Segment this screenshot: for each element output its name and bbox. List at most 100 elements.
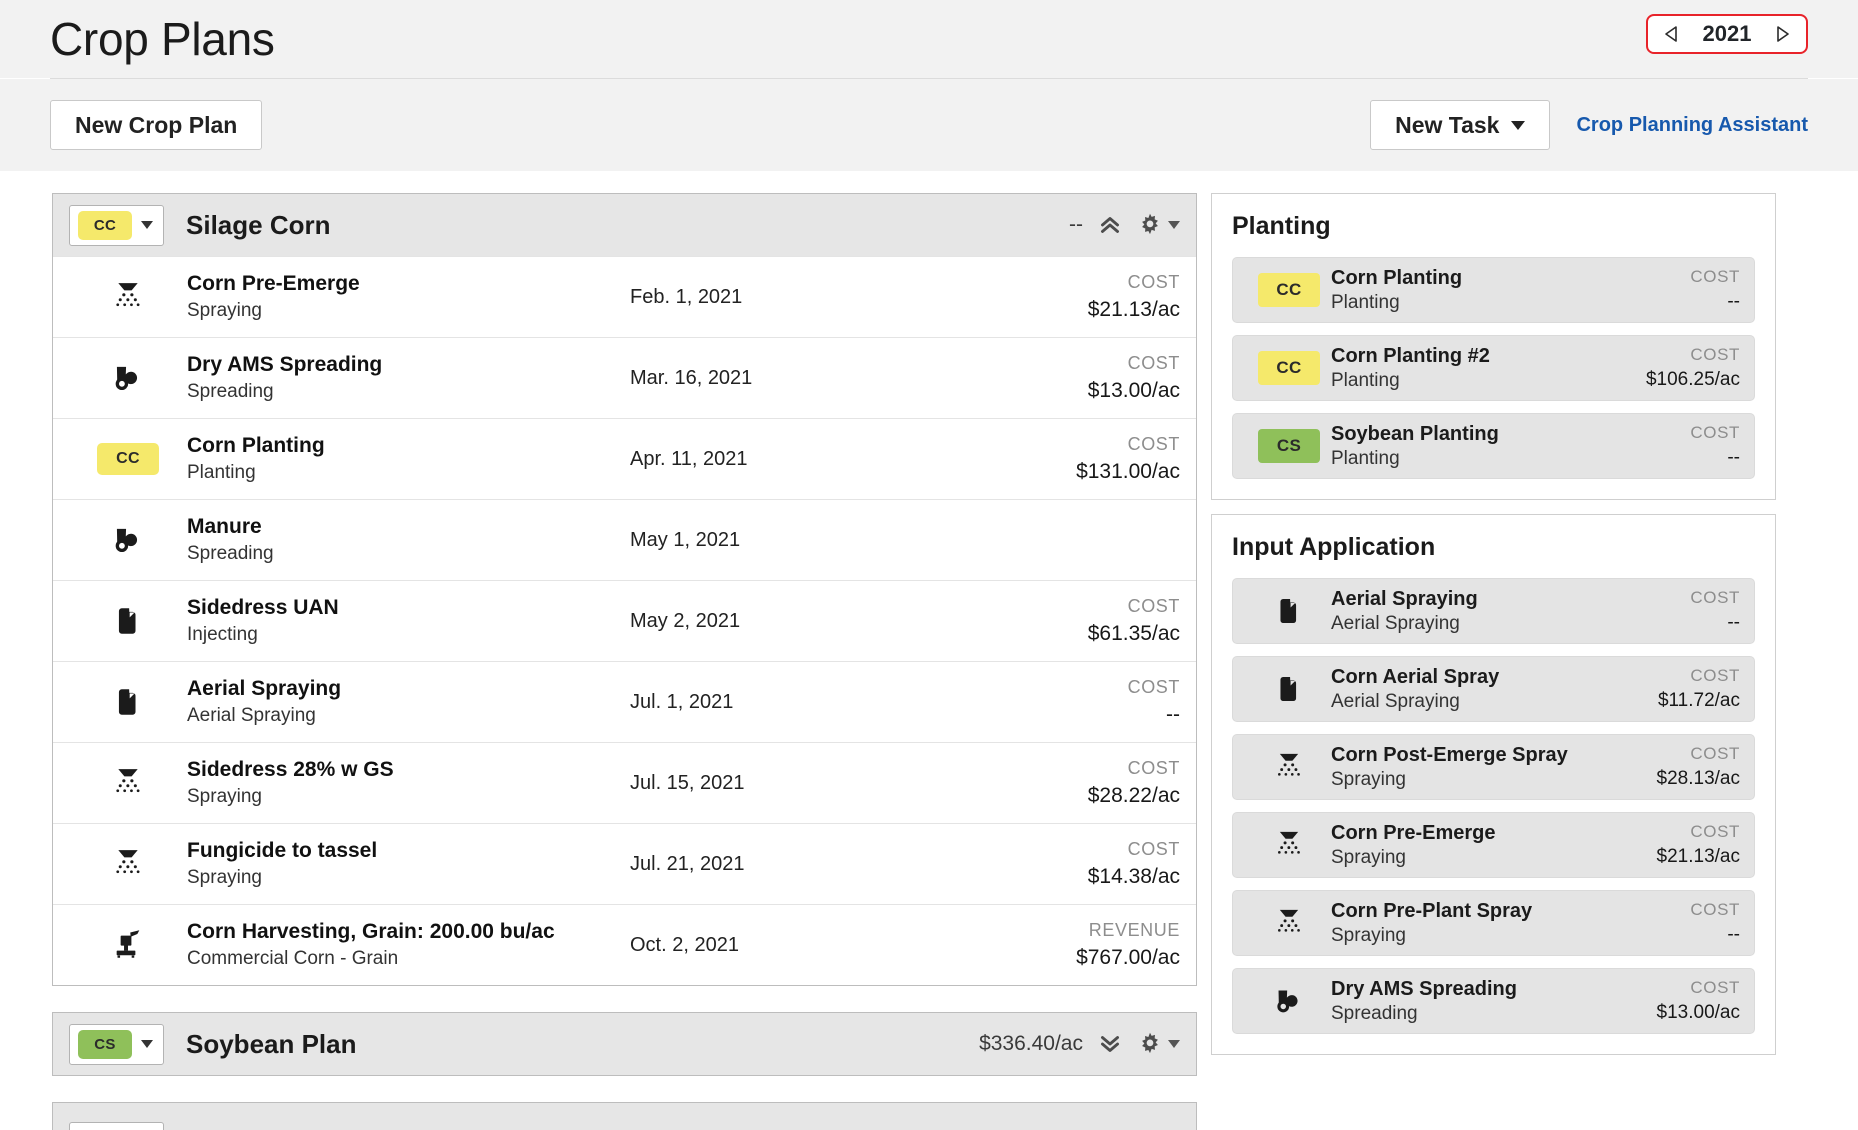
crop-plan-card: CC Silage Corn -- Corn Pre-Emerge Sprayi… [52, 193, 1197, 986]
crop-code-select[interactable]: CS [69, 1023, 164, 1065]
money-label: COST [1127, 595, 1180, 616]
money-label: COST [1127, 271, 1180, 292]
task-title: Corn Planting [187, 434, 325, 457]
toolbar-right-group: New Task Crop Planning Assistant [1370, 79, 1808, 171]
table-row[interactable]: CC Corn Planting Planting Apr. 11, 2021 … [53, 418, 1196, 499]
list-item-title: Corn Pre-Emerge [1331, 821, 1496, 844]
table-row[interactable]: Corn Pre-Emerge Spraying Feb. 1, 2021 CO… [53, 256, 1196, 337]
year-selector[interactable]: 2021 [1646, 14, 1808, 54]
jug-icon [69, 685, 187, 719]
crop-plans-column: CC Silage Corn -- Corn Pre-Emerge Sprayi… [52, 193, 1197, 1130]
list-item-title: Corn Planting [1331, 266, 1463, 289]
crop-code-select[interactable] [69, 1122, 164, 1130]
chevron-double-down-icon[interactable] [1097, 1031, 1123, 1057]
list-item[interactable]: Corn Pre-Emerge Spraying COST $21.13/ac [1232, 812, 1755, 878]
crop-planning-assistant-link[interactable]: Crop Planning Assistant [1576, 114, 1808, 137]
list-item-info: Corn Post-Emerge Spray Spraying [1331, 742, 1590, 793]
list-item[interactable]: Aerial Spraying Aerial Spraying COST -- [1232, 578, 1755, 644]
list-item-money: COST $21.13/ac [1590, 820, 1740, 870]
crop-plan-name: Silage Corn [186, 209, 331, 240]
list-item[interactable]: Corn Post-Emerge Spray Spraying COST $28… [1232, 734, 1755, 800]
task-info: Dry AMS Spreading Spreading [187, 351, 630, 405]
new-crop-plan-button[interactable]: New Crop Plan [50, 99, 263, 151]
money-label: COST [1690, 344, 1740, 364]
spreading-icon [69, 523, 187, 557]
task-subtitle: Spraying [187, 300, 262, 322]
list-item-money: COST -- [1590, 898, 1740, 948]
table-row[interactable]: Corn Harvesting, Grain: 200.00 bu/ac Com… [53, 904, 1196, 985]
list-item-info: Corn Planting #2 Planting [1331, 343, 1590, 394]
crop-plan-header[interactable]: CC Silage Corn -- [53, 194, 1196, 256]
list-item-title: Corn Post-Emerge Spray [1331, 743, 1568, 766]
table-row[interactable]: Dry AMS Spreading Spreading Mar. 16, 202… [53, 337, 1196, 418]
task-title: Corn Pre-Emerge [187, 272, 360, 295]
list-item[interactable]: Dry AMS Spreading Spreading COST $13.00/… [1232, 968, 1755, 1034]
crop-plan-name: Soybean Plan [186, 1028, 357, 1059]
task-date: Jul. 1, 2021 [630, 690, 734, 713]
list-item-subtitle: Planting [1331, 447, 1400, 469]
crop-plan-card [52, 1102, 1197, 1130]
triangle-right-icon[interactable] [1772, 24, 1792, 44]
list-item-info: Soybean Planting Planting [1331, 421, 1590, 472]
money-label: COST [1127, 433, 1180, 454]
list-item-subtitle: Spraying [1331, 924, 1406, 946]
task-subtitle: Spraying [187, 786, 262, 808]
spraying-icon [1247, 828, 1331, 862]
money-value: $13.00/ac [1656, 1001, 1740, 1023]
task-money: COST $13.00/ac [930, 351, 1180, 406]
triangle-left-icon[interactable] [1662, 24, 1682, 44]
spraying-icon [69, 765, 187, 801]
list-item-money: COST -- [1590, 421, 1740, 471]
task-date: Jul. 15, 2021 [630, 771, 745, 794]
gear-menu-button[interactable] [1137, 1031, 1180, 1057]
money-label: COST [1127, 757, 1180, 778]
list-item[interactable]: CC Corn Planting Planting COST -- [1232, 257, 1755, 323]
crop-code-badge-cc: CC [69, 443, 187, 475]
crop-code-select[interactable]: CC [69, 204, 164, 246]
money-label: COST [1127, 838, 1180, 859]
task-date: May 1, 2021 [630, 528, 741, 551]
library-column: Planting CC Corn Planting Planting COST … [1211, 193, 1776, 1069]
crop-plan-header[interactable] [53, 1103, 1196, 1130]
crop-plan-header[interactable]: CS Soybean Plan $336.40/ac [53, 1013, 1196, 1075]
task-title: Fungicide to tassel [187, 839, 378, 862]
list-item-money: COST $106.25/ac [1590, 343, 1740, 393]
list-item[interactable]: Corn Aerial Spray Aerial Spraying COST $… [1232, 656, 1755, 722]
list-item-title: Corn Pre-Plant Spray [1331, 899, 1533, 922]
chevron-double-up-icon[interactable] [1097, 212, 1123, 238]
task-info: Manure Spreading [187, 513, 630, 567]
crop-code-badge-cc: CC [1247, 273, 1331, 307]
list-item[interactable]: Corn Pre-Plant Spray Spraying COST -- [1232, 890, 1755, 956]
spreading-icon [1247, 985, 1331, 1017]
task-title: Sidedress 28% w GS [187, 758, 394, 781]
list-item-money: COST $13.00/ac [1590, 976, 1740, 1026]
money-value: $28.13/ac [1656, 767, 1740, 789]
gear-menu-button[interactable] [1137, 212, 1180, 238]
table-row[interactable]: Sidedress UAN Injecting May 2, 2021 COST… [53, 580, 1196, 661]
new-task-button[interactable]: New Task [1370, 99, 1551, 151]
table-row[interactable]: Manure Spreading May 1, 2021 [53, 499, 1196, 580]
task-date: May 2, 2021 [630, 609, 741, 632]
task-subtitle: Spraying [187, 867, 262, 889]
list-item-subtitle: Spreading [1331, 1002, 1418, 1024]
crop-code-badge: CS [78, 1029, 132, 1059]
task-money: COST $21.13/ac [930, 270, 1180, 325]
table-row[interactable]: Fungicide to tassel Spraying Jul. 21, 20… [53, 823, 1196, 904]
input-application-panel: Input Application Aerial Spraying Aerial… [1211, 514, 1776, 1055]
list-item[interactable]: CC Corn Planting #2 Planting COST $106.2… [1232, 335, 1755, 401]
table-row[interactable]: Sidedress 28% w GS Spraying Jul. 15, 202… [53, 742, 1196, 823]
list-item-subtitle: Planting [1331, 291, 1400, 313]
list-item-money: COST $11.72/ac [1590, 664, 1740, 714]
table-row[interactable]: Aerial Spraying Aerial Spraying Jul. 1, … [53, 661, 1196, 742]
list-item-money: COST $28.13/ac [1590, 742, 1740, 792]
money-value: -- [1727, 446, 1740, 468]
chevron-down-icon [1168, 1040, 1180, 1048]
harvesting-icon [69, 928, 187, 962]
list-item-info: Dry AMS Spreading Spreading [1331, 976, 1590, 1027]
list-item-subtitle: Aerial Spraying [1331, 690, 1460, 712]
list-item[interactable]: CS Soybean Planting Planting COST -- [1232, 413, 1755, 479]
list-item-subtitle: Spraying [1331, 846, 1406, 868]
list-item-money: COST -- [1590, 265, 1740, 315]
money-value: $106.25/ac [1645, 368, 1740, 390]
money-value: -- [1727, 290, 1740, 312]
